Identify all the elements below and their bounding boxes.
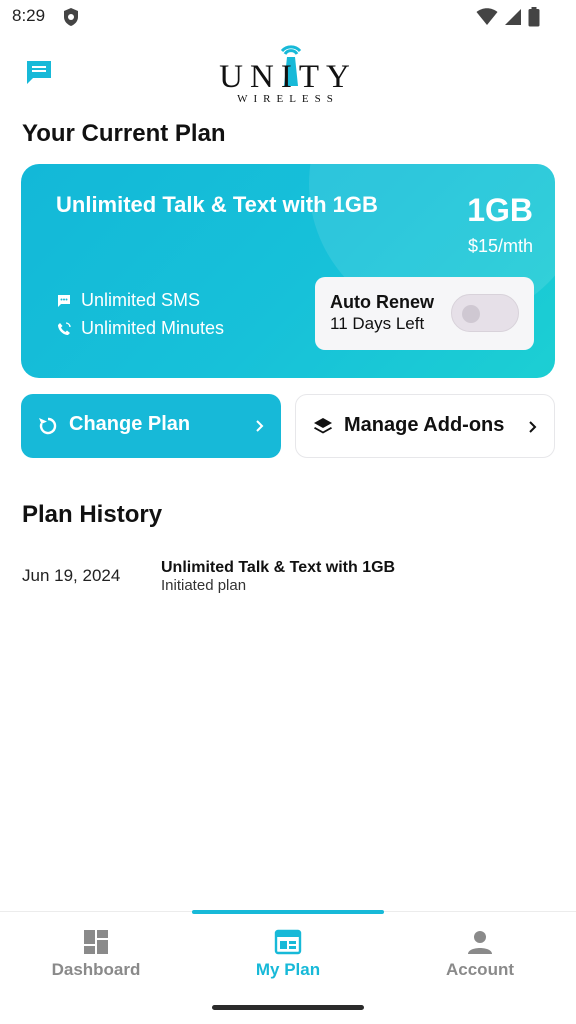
change-plan-button[interactable]: Change Plan [21, 394, 281, 458]
manage-addons-label: Manage Add-ons [344, 414, 505, 436]
svg-text:WIRELESS: WIRELESS [237, 93, 339, 105]
account-icon [468, 931, 492, 954]
app-header: UNITY WIRELESS [0, 40, 576, 110]
battery-icon [528, 7, 540, 27]
current-plan-title: Your Current Plan [22, 120, 226, 147]
nav-account[interactable]: Account [384, 912, 576, 992]
days-left-text: 11 Days Left [330, 314, 425, 333]
status-bar: 8:29 [0, 0, 576, 36]
status-time: 8:29 [12, 6, 46, 25]
plan-data-amount: 1GB [467, 192, 533, 228]
chevron-right-icon [256, 420, 264, 432]
home-indicator[interactable] [212, 1005, 364, 1010]
history-note: Initiated plan [161, 577, 247, 594]
manage-addons-button[interactable]: Manage Add-ons [295, 394, 555, 458]
status-icons [476, 7, 540, 27]
signal-icon [505, 9, 521, 25]
auto-renew-label: Auto Renew [330, 292, 435, 312]
layers-icon [314, 418, 332, 434]
history-plan-name: Unlimited Talk & Text with 1GB [161, 559, 396, 576]
phone-icon [58, 321, 71, 335]
nav-label: Dashboard [51, 960, 141, 979]
history-date: Jun 19, 2024 [22, 566, 121, 585]
nav-dashboard[interactable]: Dashboard [0, 912, 192, 992]
toggle-knob [462, 305, 480, 323]
plan-price: $15/mth [467, 236, 533, 256]
auto-renew-box: Auto Renew 11 Days Left [315, 277, 534, 350]
shield-icon [62, 7, 80, 32]
feature-minutes: Unlimited Minutes [57, 318, 224, 339]
plan-history-title: Plan History [22, 501, 163, 528]
wifi-icon [476, 8, 498, 25]
chevron-right-icon [529, 421, 537, 433]
feature-label: Unlimited SMS [81, 290, 201, 310]
feature-sms: Unlimited SMS [57, 290, 200, 311]
nav-label: My Plan [255, 960, 321, 979]
auto-renew-toggle[interactable] [451, 294, 519, 332]
plan-card: Unlimited Talk & Text with 1GB 1GB $15/m… [21, 164, 555, 378]
feature-label: Unlimited Minutes [81, 318, 225, 338]
sms-icon [58, 294, 70, 307]
change-plan-label: Change Plan [69, 413, 191, 435]
plan-name: Unlimited Talk & Text with 1GB [56, 192, 378, 217]
dashboard-icon [84, 930, 108, 954]
refresh-icon [39, 417, 57, 435]
chat-icon[interactable] [24, 57, 54, 87]
unity-wireless-logo: UNITY WIRELESS [216, 42, 360, 106]
nav-label: Account [446, 960, 514, 979]
my-plan-icon [274, 929, 302, 955]
nav-my-plan[interactable]: My Plan [192, 912, 384, 992]
svg-text:UNITY: UNITY [219, 59, 357, 95]
